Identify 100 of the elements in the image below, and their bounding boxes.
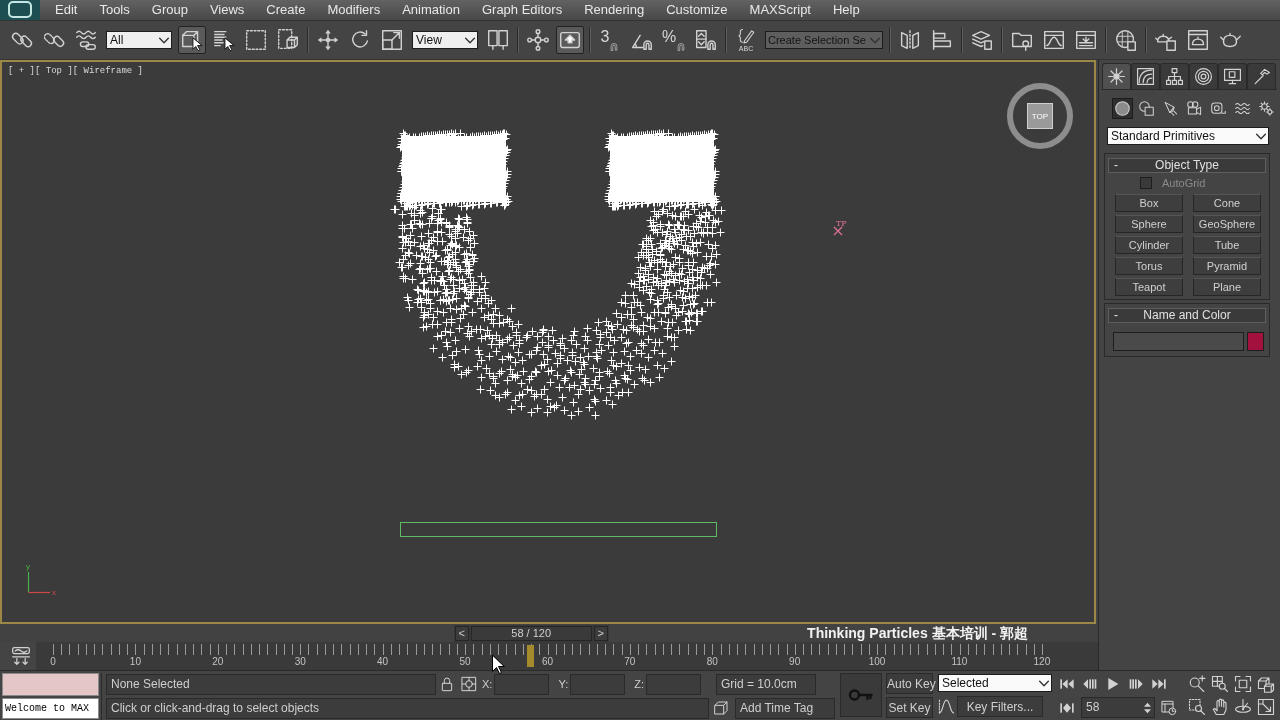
cube-cursor-icon[interactable] [178,26,206,54]
primitive-button[interactable]: Box [1115,194,1183,212]
curve-icon[interactable] [938,698,955,715]
video-caption: Thinking Particles 基本培训 - 郭超 [807,625,1028,641]
panel-tab[interactable] [1131,63,1160,89]
primitive-button[interactable]: Cone [1193,194,1261,212]
magnet-icon [676,40,687,52]
frame-label: 60 [540,656,554,668]
frame-label: 30 [293,656,307,668]
maximize-icon[interactable] [1257,698,1275,716]
toolbar-button[interactable]: % [660,26,688,54]
menu-item[interactable]: Group [140,1,199,19]
axis-label: y [26,562,30,571]
rollout-title: Object Type [1154,159,1220,172]
time-tag-field[interactable]: Add Time Tag [735,697,835,719]
panel-tab[interactable] [1247,63,1276,89]
toolbar-button[interactable]: 3 [596,26,624,54]
view-cube[interactable] [1007,83,1073,149]
primitive-button[interactable]: Pyramid [1193,257,1261,275]
frame-field[interactable]: 58 [1081,697,1155,718]
menu-item[interactable]: Views [198,1,256,19]
frame-label: 0 [49,656,57,668]
menu-item[interactable]: Edit [44,1,89,19]
primitive-button[interactable]: Sphere [1115,215,1183,233]
axis-tripod [27,571,51,594]
primitive-button[interactable]: Tube [1193,236,1261,254]
panel-tab[interactable] [1160,63,1189,89]
viewport-label[interactable]: [ + ][ Top ][ Wireframe ] [8,65,144,77]
menu-item[interactable]: Help [822,1,871,19]
monitor-icon [1223,67,1242,86]
dropdown[interactable]: View [412,31,478,49]
sphere-icon[interactable] [1112,98,1133,119]
cubes-icon[interactable] [1257,675,1275,693]
checkbox-label: AutoGrid [1162,177,1206,189]
panel-tab[interactable] [1189,63,1218,89]
app-logo-icon[interactable] [0,0,40,20]
coordinate-field[interactable] [570,673,626,695]
frame-corners-icon[interactable] [1234,675,1252,693]
collapse-toggle[interactable]: - [1109,309,1123,322]
frame-label: 10 [128,656,142,668]
next-button[interactable]: > [593,625,608,641]
time-slider-thumb[interactable]: < 58 / 120 > [453,624,609,642]
crosshair-square-icon[interactable] [461,676,477,692]
panel-tab[interactable] [1102,63,1131,89]
primitive-button[interactable]: Plane [1193,278,1261,296]
hierarchy-icon [1165,67,1184,86]
orbit-icon[interactable] [1234,698,1252,716]
primitive-button[interactable]: GeoSphere [1193,215,1261,233]
dropdown[interactable]: All [106,31,172,49]
viewport[interactable]: [ + ][ Top ][ Wireframe ] TOP TP y x [0,60,1096,624]
connected-nodes-icon[interactable] [524,26,552,54]
previous-button[interactable]: < [454,625,469,641]
color-swatch[interactable] [1247,332,1264,351]
menu-item[interactable]: MAXScript [738,1,822,19]
dashed-magnifier-icon[interactable] [1188,698,1206,716]
caret-icon [159,36,169,44]
name-field[interactable] [1113,332,1244,351]
hand-icon[interactable] [1211,698,1229,716]
rollout-header[interactable]: - Object Type [1108,158,1266,173]
arrow-up-box-icon[interactable] [556,26,584,54]
dropdown[interactable]: Selected [938,674,1052,692]
window-clock-icon[interactable] [1160,699,1178,716]
spinner-arrows-icon[interactable] [1144,701,1151,714]
frame-counter: 58 / 120 [470,625,592,641]
frame-label: 110 [950,656,969,668]
coordinate-field[interactable] [646,673,701,695]
menu-item[interactable]: Modifiers [316,1,392,19]
primitive-button[interactable]: Torus [1115,257,1183,275]
cube-outline-icon[interactable] [713,700,729,716]
brace-pencil-icon [737,28,755,45]
menu-item[interactable]: Graph Editors [470,1,574,19]
checkbox[interactable] [1140,177,1152,189]
circle-square-icon[interactable] [1136,98,1157,119]
menu-item[interactable]: Rendering [573,1,656,19]
zoom-plus-icon[interactable] [1188,675,1206,693]
coordinate-label: Y: [558,678,569,690]
lock-icon[interactable] [439,676,455,692]
track-bar[interactable]: 0 10 20 30 40 50 60 70 80 90 100 110 120 [36,642,1098,670]
coordinate-field[interactable] [494,673,550,695]
grid-magnifier-icon[interactable] [1211,675,1229,693]
collapse-toggle[interactable]: - [1109,159,1123,172]
set-key-button[interactable]: Set Key [886,697,933,718]
listener-output: Welcome to MAX [2,698,99,719]
current-frame-marker[interactable] [527,645,535,667]
track-bar-icon[interactable] [10,646,32,666]
script-input-field[interactable] [2,673,99,696]
dropdown[interactable]: Standard Primitives [1107,127,1269,145]
caret-icon [1256,132,1266,140]
rollout-header[interactable]: - Name and Color [1108,308,1266,323]
gears-icon[interactable] [1256,98,1277,119]
menu-item[interactable]: Create [255,1,317,19]
caret-icon [1039,679,1049,687]
sun-icon [1107,67,1126,86]
primitive-button[interactable]: Cylinder [1115,236,1183,254]
menu-item[interactable]: Customize [655,1,739,19]
panel-tab[interactable] [1218,63,1247,89]
primitive-button[interactable]: Teapot [1115,278,1183,296]
menu-item[interactable]: Tools [88,1,141,19]
menu-item[interactable]: Animation [391,1,471,19]
key-filters-button[interactable]: Key Filters... [957,696,1043,717]
